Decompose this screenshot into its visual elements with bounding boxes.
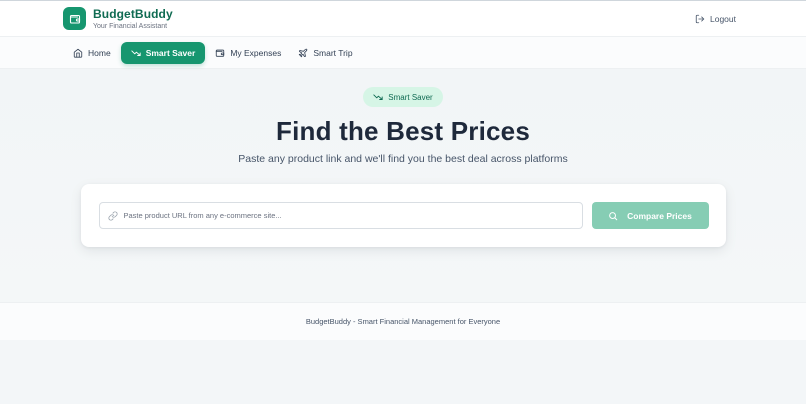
- product-url-input[interactable]: [123, 211, 574, 220]
- trending-down-icon: [131, 49, 141, 56]
- brand-tagline: Your Financial Assistant: [93, 22, 168, 30]
- search-card: Compare Prices: [80, 184, 726, 247]
- page-bottom-area: [0, 340, 806, 404]
- page-subtitle: Paste any product link and we'll find yo…: [238, 153, 568, 165]
- nav-item-label: Home: [88, 47, 111, 58]
- brand-logo: [63, 7, 86, 30]
- nav-item-label: Smart Saver: [145, 47, 196, 58]
- app-footer: BudgetBuddy - Smart Financial Management…: [0, 302, 806, 340]
- nav-item-my-expenses[interactable]: My Expenses: [208, 42, 288, 64]
- logout-icon: [695, 14, 705, 23]
- url-input-wrapper[interactable]: [98, 202, 583, 229]
- compare-prices-button[interactable]: Compare Prices: [591, 202, 709, 229]
- nav-item-smart-trip[interactable]: Smart Trip: [291, 42, 359, 64]
- nav-item-home[interactable]: Home: [66, 42, 118, 64]
- wallet-icon: [69, 14, 80, 24]
- search-icon: [609, 211, 618, 220]
- plane-icon: [299, 48, 308, 57]
- home-icon: [73, 48, 83, 58]
- link-icon: [108, 211, 117, 220]
- main-content: Smart Saver Find the Best Prices Paste a…: [0, 69, 806, 302]
- nav-item-label: Smart Trip: [313, 47, 353, 58]
- nav-item-smart-saver[interactable]: Smart Saver: [120, 41, 206, 64]
- nav-item-label: My Expenses: [230, 47, 282, 58]
- page-badge: Smart Saver: [363, 87, 443, 107]
- brand-name: BudgetBuddy: [93, 6, 173, 21]
- main-nav: Home Smart Saver My Expenses Smart Trip: [0, 37, 806, 69]
- brand[interactable]: BudgetBuddy Your Financial Assistant: [63, 7, 173, 30]
- wallet-icon: [216, 49, 225, 57]
- logout-label: Logout: [710, 13, 736, 24]
- brand-text: BudgetBuddy Your Financial Assistant: [93, 8, 173, 30]
- compare-button-label: Compare Prices: [627, 210, 692, 221]
- app-header: BudgetBuddy Your Financial Assistant Log…: [0, 1, 806, 37]
- trending-down-icon: [373, 94, 383, 100]
- badge-label: Smart Saver: [388, 92, 433, 102]
- logout-button[interactable]: Logout: [695, 14, 736, 24]
- footer-text: BudgetBuddy - Smart Financial Management…: [305, 317, 501, 326]
- page-title: Find the Best Prices: [276, 116, 530, 146]
